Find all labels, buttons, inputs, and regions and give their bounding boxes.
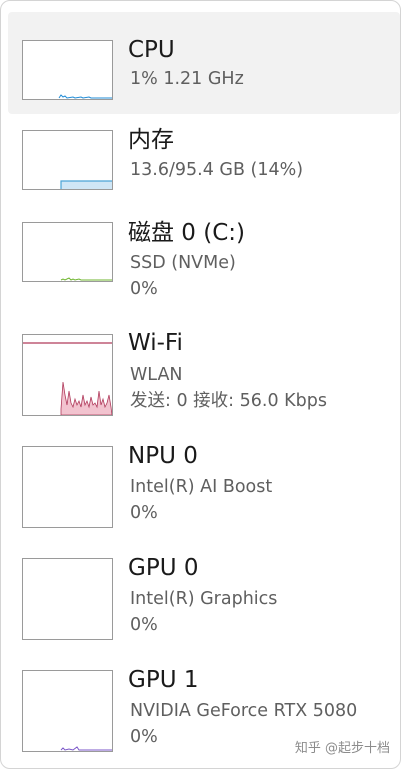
wifi-adapter-text: WLAN xyxy=(130,365,183,385)
npu-usage-text: 0% xyxy=(130,503,158,523)
disk-usage-text: 0% xyxy=(130,279,158,299)
sidebar-item-cpu[interactable]: CPU 1% 1.21 GHz xyxy=(8,12,400,114)
gpu1-model-text: NVIDIA GeForce RTX 5080 xyxy=(130,701,358,721)
cpu-graph-svg xyxy=(58,94,112,99)
disk-title: 磁盘 0 (C:) xyxy=(128,220,246,246)
sidebar-item-npu-0[interactable]: NPU 0 Intel(R) AI Boost 0% xyxy=(8,433,400,535)
disk-type-text: SSD (NVMe) xyxy=(130,253,236,273)
gpu0-mini-graph xyxy=(22,558,113,640)
watermark: 知乎 @起步十档 xyxy=(294,741,390,756)
gpu1-usage-text: 0% xyxy=(130,727,158,747)
cpu-graph-line xyxy=(58,94,112,99)
memory-graph-fill xyxy=(61,181,112,189)
memory-graph-svg xyxy=(60,180,112,189)
gpu1-graph-line xyxy=(60,746,112,751)
memory-title: 内存 xyxy=(128,127,174,153)
npu-title: NPU 0 xyxy=(128,443,198,469)
wifi-graph-svg xyxy=(23,342,112,415)
sidebar-item-memory[interactable]: 内存 13.6/95.4 GB (14%) xyxy=(8,119,400,221)
memory-usage-text: 13.6/95.4 GB (14%) xyxy=(130,160,304,180)
gpu0-title: GPU 0 xyxy=(128,555,199,581)
disk-mini-graph xyxy=(22,222,113,282)
gpu0-model-text: Intel(R) Graphics xyxy=(130,589,278,609)
disk-graph-svg xyxy=(60,277,112,281)
memory-mini-graph xyxy=(22,130,113,190)
disk-graph-line xyxy=(60,277,112,281)
cpu-mini-graph xyxy=(22,40,113,100)
sidebar-item-wifi[interactable]: Wi-Fi WLAN 发送: 0 接收: 56.0 Kbps xyxy=(8,321,400,423)
gpu1-title: GPU 1 xyxy=(128,667,199,693)
wifi-graph-fill xyxy=(60,381,112,415)
performance-sidebar: CPU 1% 1.21 GHz 内存 13.6/95.4 GB (14%) 磁盘… xyxy=(0,0,401,769)
wifi-throughput-text: 发送: 0 接收: 56.0 Kbps xyxy=(130,391,327,411)
npu-mini-graph xyxy=(22,446,113,528)
sidebar-item-disk-0[interactable]: 磁盘 0 (C:) SSD (NVMe) 0% xyxy=(8,209,400,311)
sidebar-item-gpu-0[interactable]: GPU 0 Intel(R) Graphics 0% xyxy=(8,545,400,647)
wifi-title: Wi-Fi xyxy=(128,330,183,356)
cpu-usage-text: 1% 1.21 GHz xyxy=(130,69,244,89)
wifi-mini-graph xyxy=(22,334,113,416)
gpu1-mini-graph xyxy=(22,670,113,752)
cpu-title: CPU xyxy=(128,37,175,63)
gpu0-usage-text: 0% xyxy=(130,615,158,635)
gpu1-graph-svg xyxy=(60,746,112,751)
npu-model-text: Intel(R) AI Boost xyxy=(130,477,273,497)
